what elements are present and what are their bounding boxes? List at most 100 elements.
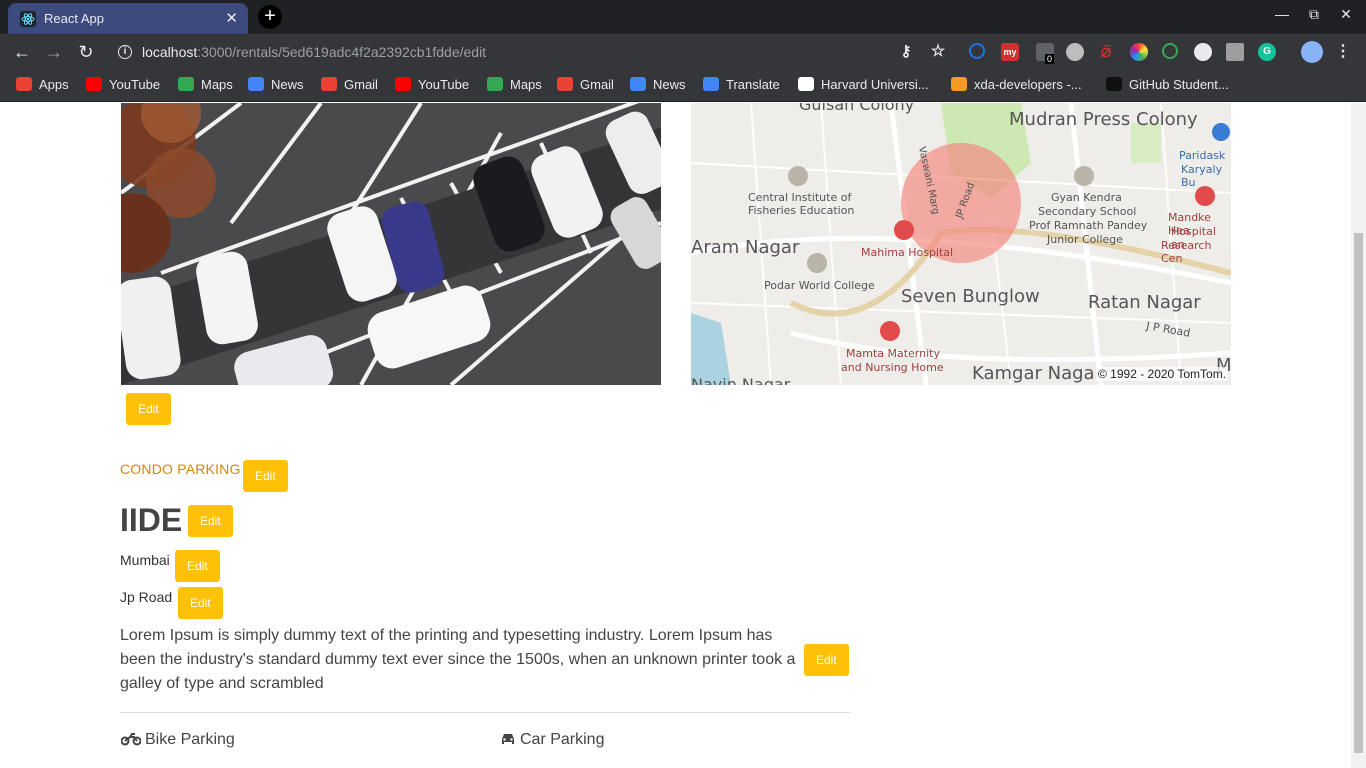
bookmark-apps[interactable]: Apps	[16, 77, 69, 95]
rental-city: Mumbai	[120, 552, 170, 568]
map-label: Mahima Hospital	[861, 246, 954, 259]
browser-toolbar: ← → ↻ i localhost:3000/rentals/5ed619adc…	[0, 34, 1366, 70]
map-label: Podar World College	[764, 279, 875, 292]
bookmark-gmail[interactable]: Gmail	[557, 77, 614, 95]
edx-icon	[798, 77, 814, 91]
restore-icon[interactable]: ⧉	[1304, 6, 1324, 23]
bookmark-label: YouTube	[418, 77, 470, 92]
scrollbar-thumb[interactable]	[1354, 233, 1363, 753]
bookmark-label: Maps	[510, 77, 542, 92]
extension-badge-count: 0	[1045, 54, 1055, 64]
map-label: Junior College	[1047, 233, 1124, 246]
maps-icon	[178, 77, 194, 91]
extension-square-icon[interactable]	[1226, 43, 1244, 61]
location-map[interactable]: Gulsan Colony Mudran Press Colony Parida…	[691, 103, 1231, 385]
news-icon	[630, 77, 646, 91]
parking-lot-image	[121, 103, 661, 385]
key-icon[interactable]: ⚷	[897, 43, 915, 61]
bookmarks-bar: Apps YouTube Maps News Gmail YouTube Maps Gmail…	[0, 70, 1366, 102]
extension-color-icon[interactable]	[1130, 43, 1148, 61]
map-label: Kamgar Naga	[972, 363, 1095, 384]
browser-tab[interactable]: React App ✕	[8, 3, 248, 34]
bookmark-edx[interactable]: Harvard Universi...	[798, 77, 929, 95]
amenity-bike-parking: Bike Parking	[120, 731, 235, 749]
map-label: Paridask	[1179, 149, 1226, 162]
page-scrollbar[interactable]	[1351, 103, 1366, 768]
bookmark-maps[interactable]: Maps	[487, 77, 542, 95]
map-label: Ratan Nagar	[1088, 292, 1201, 313]
map-label: Secondary School	[1038, 205, 1137, 218]
tab-title: React App	[44, 11, 104, 26]
bookmark-xda[interactable]: xda-developers -...	[951, 77, 1082, 95]
bookmark-label: Gmail	[344, 77, 378, 92]
bookmark-translate[interactable]: Translate	[703, 77, 780, 95]
map-label: J P Road	[1145, 319, 1192, 340]
grammarly-icon[interactable]: G	[1258, 43, 1276, 61]
forward-icon[interactable]: →	[42, 40, 66, 64]
extension-circle-icon[interactable]	[1066, 43, 1084, 61]
translate-icon	[703, 77, 719, 91]
new-tab-button[interactable]: +	[258, 5, 282, 29]
page-content: Edit Gulsan Colony Mudran Press Colony P…	[0, 103, 1351, 768]
bookmark-youtube[interactable]: YouTube	[395, 77, 469, 95]
bookmark-label: Harvard Universi...	[821, 77, 929, 92]
close-window-icon[interactable]: ✕	[1336, 6, 1356, 23]
bookmark-gmail[interactable]: Gmail	[321, 77, 378, 95]
bookmark-label: YouTube	[109, 77, 161, 92]
bookmark-label: Gmail	[580, 77, 614, 92]
map-label: Gyan Kendra	[1051, 191, 1122, 204]
map-copyright: © 1992 - 2020 TomTom.	[1096, 367, 1229, 381]
minimize-icon[interactable]: —	[1272, 6, 1292, 22]
extension-ring-icon[interactable]	[969, 43, 985, 59]
map-labels: Gulsan Colony Mudran Press Colony Parida…	[691, 103, 1231, 385]
extension-dot-icon[interactable]	[1194, 43, 1212, 61]
rental-street: Jp Road	[120, 589, 173, 605]
maps-icon	[487, 77, 503, 91]
github-icon	[1106, 77, 1122, 91]
rental-photo	[121, 103, 661, 385]
apps-icon	[16, 77, 32, 91]
gmail-icon	[321, 77, 337, 91]
browser-titlebar: React App ✕ + — ⧉ ✕	[0, 0, 1366, 34]
gmail-icon	[557, 77, 573, 91]
profile-avatar[interactable]	[1301, 41, 1323, 63]
edit-city-button[interactable]: Edit	[175, 550, 220, 582]
bookmark-label: News	[653, 77, 686, 92]
map-label: and Nursing Home	[841, 361, 944, 374]
amenity-car-parking: Car Parking	[500, 731, 604, 749]
map-label: Gulsan Colony	[799, 103, 915, 114]
bookmark-label: News	[271, 77, 304, 92]
bookmark-news[interactable]: News	[630, 77, 686, 95]
map-label: Karyaly Bu	[1181, 163, 1223, 189]
car-icon	[502, 734, 514, 744]
close-tab-icon[interactable]: ✕	[225, 9, 238, 27]
address-bar[interactable]: i localhost:3000/rentals/5ed619adc4f2a23…	[108, 37, 960, 67]
map-label: Aram Nagar	[691, 237, 800, 258]
edit-description-button[interactable]: Edit	[804, 644, 849, 676]
extension-slash-icon[interactable]: ⦱	[1097, 43, 1115, 61]
youtube-icon	[86, 77, 102, 91]
edit-photo-button[interactable]: Edit	[126, 393, 171, 425]
url-text[interactable]: localhost:3000/rentals/5ed619adc4f2a2392…	[142, 44, 486, 60]
map-label: Research Cen	[1161, 239, 1212, 265]
bookmark-maps[interactable]: Maps	[178, 77, 233, 95]
site-info-icon[interactable]: i	[118, 45, 132, 59]
motorcycle-icon	[120, 733, 142, 746]
menu-kebab-icon[interactable]: ⋮	[1334, 43, 1352, 61]
map-label: Vaswani Marg	[915, 145, 942, 216]
bookmark-label: Translate	[726, 77, 780, 92]
reload-icon[interactable]: ↻	[74, 40, 98, 64]
edit-title-button[interactable]: Edit	[188, 505, 233, 537]
edit-street-button[interactable]: Edit	[178, 587, 223, 619]
bookmark-news[interactable]: News	[248, 77, 304, 95]
back-icon[interactable]: ←	[10, 40, 34, 64]
bookmark-youtube[interactable]: YouTube	[86, 77, 160, 95]
extension-target-icon[interactable]	[1162, 43, 1178, 59]
map-label: Seven Bunglow	[901, 286, 1040, 307]
edit-category-button[interactable]: Edit	[243, 460, 288, 492]
map-label: Fisheries Education	[748, 204, 855, 217]
extension-my-icon[interactable]: my	[1001, 43, 1019, 61]
map-label: Central Institute of	[748, 191, 852, 204]
bookmark-github[interactable]: GitHub Student...	[1106, 77, 1229, 95]
bookmark-star-icon[interactable]: ☆	[929, 43, 947, 61]
